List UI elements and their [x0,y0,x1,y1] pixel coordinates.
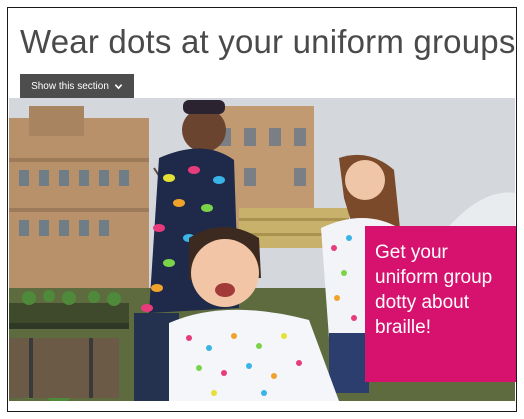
promo-text: Get your uniform group dotty about brail… [375,242,493,338]
chevron-down-icon [114,83,123,89]
show-section-label: Show this section [31,80,109,92]
promo-box: Get your uniform group dotty about brail… [365,226,516,382]
page-title: Wear dots at your uniform groups [20,23,516,60]
show-section-button[interactable]: Show this section [20,74,134,98]
content-frame: Wear dots at your uniform groups Show th… [7,7,517,412]
